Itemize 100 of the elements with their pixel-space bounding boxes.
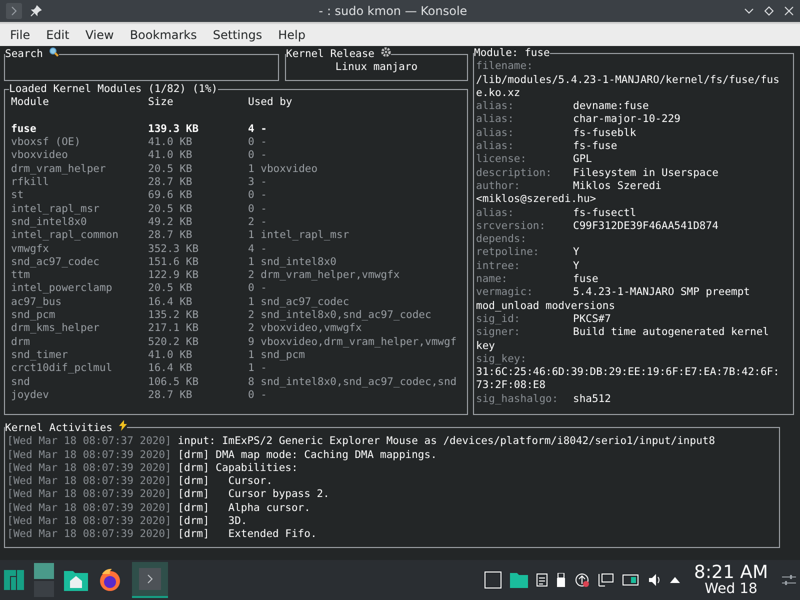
info-value: Miklos Szeredi — [573, 180, 662, 194]
table-cell-text: 0 - — [248, 202, 268, 216]
pager-icon[interactable] — [34, 562, 54, 598]
info-value: fs-fuseblk — [573, 126, 636, 140]
table-cell-text: 135.2 KB — [148, 309, 200, 322]
info-key: vermagic: — [476, 286, 573, 300]
table-cell-text: 20.5 KB — [148, 282, 194, 296]
module-name[interactable]: snd_timer — [11, 348, 148, 362]
table-cell-text: 1 vboxvideo — [248, 162, 319, 176]
log-time: [Wed Mar 18 08:07:39 2020] — [7, 475, 172, 488]
column-header: Module — [11, 96, 50, 110]
menu-item[interactable]: Edit — [38, 28, 78, 42]
search-field[interactable]: Search — [4, 47, 279, 81]
terminal-task[interactable] — [132, 562, 168, 598]
log-time: [Wed Mar 18 08:07:39 2020] — [7, 502, 172, 514]
table-cell-text: 2 vboxvideo,vmwgfx — [248, 322, 363, 336]
info-value: /lib/modules/5.4.23-1-MANJARO/kernel/fs/fuse/fus — [476, 74, 780, 87]
info-key: alias: — [476, 206, 573, 220]
info-key: depends: — [476, 233, 573, 246]
table-cell-text: 2 snd_intel8x0,snd_ac97_codec — [248, 309, 432, 322]
network-icon[interactable] — [598, 573, 614, 587]
settings-icon[interactable] — [782, 574, 796, 586]
table-cell-text: 520.2 KB — [148, 336, 200, 349]
module-name[interactable]: crct10dif_pclmul — [11, 362, 148, 376]
table-cell-text: 28.7 KB — [148, 176, 194, 190]
log-message: [drm] Extended Fifo. — [178, 528, 317, 540]
app-menu-icon[interactable] — [4, 570, 24, 590]
info-value: key — [476, 340, 495, 353]
table-cell-text: 49.2 KB — [148, 216, 194, 230]
table-cell-text: 1 snd_ac97_codec — [248, 296, 350, 310]
info-value: mod_unload modversions — [476, 300, 616, 313]
browser-icon[interactable] — [98, 568, 122, 592]
log-message: input: ImExPS/2 Generic Explorer Mouse as /devices/platform/i8042/serio1/input/input8 — [178, 435, 716, 448]
info-key: srcversion: — [476, 220, 573, 234]
info-key: alias: — [476, 140, 573, 154]
module-name[interactable]: vmwgfx — [11, 242, 148, 256]
module-name[interactable]: drm_vram_helper — [11, 162, 148, 176]
panel-title: Kernel Release — [286, 48, 375, 60]
info-key: alias: — [476, 126, 573, 140]
info-value: GPL — [573, 153, 592, 167]
terminal-icon[interactable] — [6, 3, 22, 19]
log-message: [drm] Cursor. — [178, 475, 273, 488]
module-name[interactable]: intel_rapl_common — [11, 229, 148, 243]
log-time: [Wed Mar 18 08:07:39 2020] — [7, 462, 172, 474]
folder-icon[interactable] — [64, 569, 88, 591]
log-message: [drm] Cursor bypass 2. — [178, 488, 330, 500]
window-icon[interactable] — [484, 571, 502, 589]
module-name[interactable]: rfkill — [11, 176, 148, 190]
panel-title: Module: fuse — [474, 47, 550, 59]
table-cell-text: 151.6 KB — [148, 256, 200, 270]
info-key: intree: — [476, 260, 573, 274]
battery-icon[interactable] — [622, 574, 640, 586]
module-name[interactable]: vboxsf (OE) — [11, 136, 148, 150]
menu-item[interactable]: Help — [270, 28, 314, 42]
module-name[interactable]: snd_intel8x0 — [11, 216, 148, 230]
module-name[interactable]: snd_pcm — [11, 309, 148, 322]
module-name[interactable]: joydev — [11, 388, 148, 402]
update-icon[interactable] — [574, 572, 590, 588]
info-key: sig_id: — [476, 312, 573, 326]
module-name[interactable]: drm_kms_helper — [11, 322, 148, 336]
volume-icon[interactable] — [648, 573, 662, 587]
close-icon[interactable] — [784, 6, 794, 16]
table-cell-text: 16.4 KB — [148, 362, 194, 376]
menu-item[interactable]: File — [2, 28, 38, 42]
module-name[interactable]: ttm — [11, 269, 148, 282]
maximize-icon[interactable] — [764, 6, 774, 16]
table-cell-text: 41.0 KB — [148, 136, 194, 150]
module-name[interactable]: intel_powerclamp — [11, 282, 148, 296]
module-name[interactable]: snd_ac97_codec — [11, 256, 148, 270]
gear-icon — [380, 47, 391, 57]
table-cell-text: 8 snd_intel8x0,snd_ac97_codec,snd — [248, 376, 458, 389]
minimize-icon[interactable] — [744, 6, 754, 16]
table-cell-text: 16.4 KB — [148, 296, 194, 310]
usb-icon[interactable] — [556, 573, 566, 587]
module-name[interactable]: drm — [11, 336, 148, 349]
clock[interactable]: 8:21 AM Wed 18 — [694, 564, 768, 596]
table-cell-text: 0 - — [248, 149, 268, 163]
module-name[interactable]: snd — [11, 376, 148, 389]
table-cell-text: 106.5 KB — [148, 376, 200, 389]
info-value: sha512 — [573, 392, 611, 406]
info-key: license: — [476, 153, 573, 167]
pin-icon[interactable] — [30, 5, 42, 17]
menu-item[interactable]: Bookmarks — [122, 28, 205, 42]
menu-item[interactable]: Settings — [204, 28, 270, 42]
info-key: alias: — [476, 113, 573, 127]
info-key: name: — [476, 273, 573, 286]
folder-icon[interactable] — [510, 572, 528, 588]
module-name[interactable]: vboxvideo — [11, 149, 148, 163]
module-name[interactable]: intel_rapl_msr — [11, 202, 148, 216]
menu-item[interactable]: View — [77, 28, 122, 42]
module-name[interactable]: st — [11, 189, 148, 203]
expand-icon[interactable] — [670, 576, 680, 584]
clipboard-icon[interactable] — [536, 573, 548, 587]
table-cell-text: 0 - — [248, 189, 268, 203]
info-value: <miklos@szeredi.hu> — [476, 193, 596, 207]
module-name[interactable]: ac97_bus — [11, 296, 148, 310]
module-name[interactable]: fuse — [11, 122, 148, 136]
table-cell-text: 2 drm_vram_helper,vmwgfx — [248, 269, 401, 282]
table-cell-text: 0 - — [248, 388, 268, 402]
info-value: Filesystem in Userspace — [573, 166, 718, 180]
